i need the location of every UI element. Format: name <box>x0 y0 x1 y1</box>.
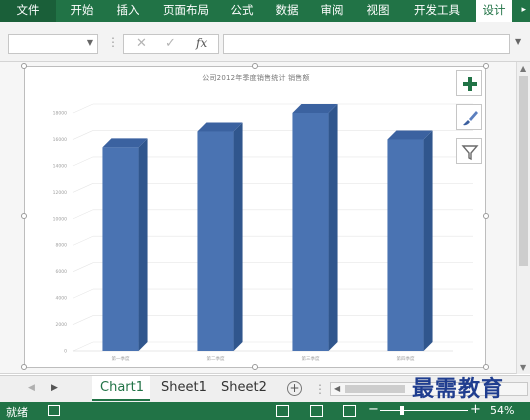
tab-design[interactable]: 设计 <box>476 0 512 22</box>
resize-handle[interactable] <box>21 63 27 69</box>
tab-home[interactable]: 开始 <box>62 0 102 22</box>
gridline <box>72 341 94 352</box>
chart-plot: 0 2000 4000 6000 8000 10000 12000 14000 16000 180… <box>53 103 473 362</box>
tab-review[interactable]: 审阅 <box>312 0 352 22</box>
zoom-in-icon[interactable]: + <box>470 402 481 417</box>
scroll-left-icon[interactable]: ◀ <box>334 384 340 393</box>
bar-side <box>138 138 148 351</box>
zoom-slider-thumb[interactable] <box>399 406 404 415</box>
y-tick-label: 14000 <box>53 163 67 169</box>
tab-data[interactable]: 数据 <box>267 0 307 22</box>
gridline <box>72 183 94 193</box>
zoom-slider[interactable] <box>380 410 468 411</box>
tab-insert[interactable]: 插入 <box>108 0 148 22</box>
gridline <box>72 209 94 220</box>
scroll-thumb[interactable] <box>345 385 405 393</box>
normal-view-icon[interactable] <box>276 405 289 417</box>
formula-actions: ✕ ✓ fx <box>123 34 219 54</box>
resize-handle[interactable] <box>483 213 489 219</box>
x-tick-label: 第二季度 <box>207 355 225 362</box>
scroll-down-icon[interactable]: ▼ <box>520 363 526 372</box>
ribbon-collapse-icon[interactable]: ▸ <box>521 5 526 15</box>
brush-icon <box>463 111 478 126</box>
gridline <box>72 262 94 272</box>
tab-scroll-left-icon[interactable]: ◀ <box>28 383 35 393</box>
tab-scroll-right-icon[interactable]: ▶ <box>51 383 58 393</box>
tab-view[interactable]: 视图 <box>358 0 398 22</box>
tab-page-layout[interactable]: 页面布局 <box>156 0 216 22</box>
chevron-down-icon[interactable]: ▼ <box>87 38 93 47</box>
formula-input[interactable] <box>223 34 510 54</box>
y-tick-label: 4000 <box>56 296 68 302</box>
tab-formulas[interactable]: 公式 <box>222 0 262 22</box>
plus-icon <box>463 77 477 91</box>
chart-area[interactable]: 公司2012年季度销售统计 销售额 0 2000 4000 6000 8000 10000… <box>24 66 486 368</box>
y-tick-label: 16000 <box>53 137 67 143</box>
gridline <box>72 103 94 114</box>
y-tick-label: 2000 <box>56 322 68 328</box>
formula-bar: ▼ ⋮ ✕ ✓ fx ▼ <box>0 22 530 62</box>
x-tick-label: 第四季度 <box>397 355 415 362</box>
bar <box>292 113 329 351</box>
sheet-tab-chart1[interactable]: Chart1 <box>92 376 150 401</box>
tab-file[interactable]: 文件 <box>0 0 56 22</box>
name-box[interactable]: ▼ <box>8 34 98 54</box>
chart-filters-button[interactable] <box>456 138 482 164</box>
bar-side <box>328 104 338 351</box>
gridline <box>72 235 94 246</box>
horizontal-dots-icon: ⋮ <box>314 382 326 396</box>
x-tick-label: 第三季度 <box>302 355 320 362</box>
y-tick-label: 8000 <box>56 243 68 249</box>
chart-elements-button[interactable] <box>456 70 482 96</box>
y-tick-label: 6000 <box>56 269 68 275</box>
page-break-view-icon[interactable] <box>343 405 356 417</box>
status-ready: 就绪 <box>6 406 28 419</box>
gridline <box>72 315 94 325</box>
tab-developer[interactable]: 开发工具 <box>405 0 469 22</box>
check-icon[interactable]: ✓ <box>165 36 176 51</box>
ribbon-tabs: 文件 开始 插入 页面布局 公式 数据 审阅 视图 开发工具 设计 ▸ <box>0 0 530 22</box>
gridline <box>72 156 94 167</box>
expand-formula-icon[interactable]: ▼ <box>515 37 521 46</box>
y-tick-label: 12000 <box>53 190 67 196</box>
insert-function-icon[interactable]: fx <box>196 36 207 50</box>
add-sheet-icon[interactable]: + <box>287 381 302 396</box>
resize-handle[interactable] <box>483 364 489 370</box>
chart-sheet: 公司2012年季度销售统计 销售额 0 2000 4000 6000 8000 10000… <box>0 62 530 374</box>
bar-side <box>423 130 433 351</box>
resize-handle[interactable] <box>21 364 27 370</box>
y-tick-label: 10000 <box>53 216 67 222</box>
scroll-thumb[interactable] <box>519 76 528 266</box>
zoom-level[interactable]: 54% <box>490 404 514 417</box>
filter-icon <box>461 145 479 161</box>
sheet-tab-sheet2[interactable]: Sheet2 ... <box>213 376 285 418</box>
vertical-dots-icon: ⋮ <box>107 35 119 49</box>
zoom-out-icon[interactable]: − <box>368 402 379 417</box>
y-tick-label: 18000 <box>53 111 67 117</box>
x-tick-label: 第一季度 <box>112 355 130 362</box>
scroll-up-icon[interactable]: ▲ <box>520 64 526 73</box>
page-layout-view-icon[interactable] <box>310 405 323 417</box>
resize-handle[interactable] <box>252 63 258 69</box>
bar <box>102 147 139 351</box>
sheet-tab-sheet1[interactable]: Sheet1 <box>153 376 209 401</box>
vertical-scrollbar[interactable]: ▲ ▼ <box>516 62 530 374</box>
chart-styles-button[interactable] <box>456 104 482 130</box>
bar <box>197 131 234 351</box>
status-bar: 就绪 − + 54% <box>0 402 530 420</box>
gridline <box>72 130 94 140</box>
cancel-icon[interactable]: ✕ <box>136 36 147 51</box>
resize-handle[interactable] <box>483 63 489 69</box>
resize-handle[interactable] <box>21 213 27 219</box>
bar <box>387 139 424 351</box>
y-tick-label: 0 <box>64 349 67 355</box>
resize-handle[interactable] <box>252 364 258 370</box>
gridline <box>72 288 94 299</box>
macro-record-icon[interactable] <box>48 405 60 416</box>
bar-side <box>233 122 243 351</box>
watermark-logo: 最需教育 <box>412 376 505 402</box>
